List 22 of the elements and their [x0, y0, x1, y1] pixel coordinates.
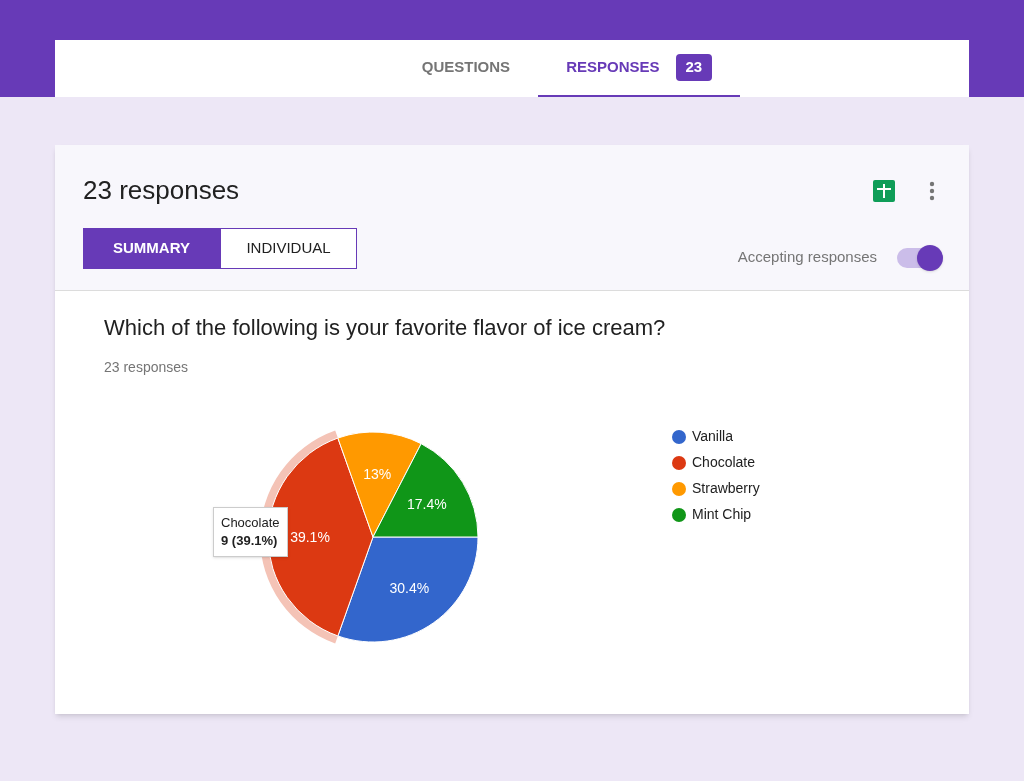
tab[interactable]: RESPONSES 23	[538, 40, 741, 97]
pie-slice[interactable]	[337, 536, 479, 643]
more-icon[interactable]	[929, 180, 935, 201]
slice-label: 30.4%	[389, 580, 430, 597]
legend-label: Strawberry	[692, 479, 760, 498]
sheets-icon[interactable]	[873, 179, 895, 202]
count-badge: 23	[675, 54, 713, 81]
question-title: Which of the following is your favorite flavor of ice cream?	[104, 314, 667, 342]
slice-label: 17.4%	[406, 496, 447, 513]
view-toggle-button[interactable]: INDIVIDUAL	[220, 228, 357, 269]
tab[interactable]: QUESTIONS	[393, 40, 539, 97]
chart-tooltip: Chocolate 9 (39.1%)	[213, 507, 288, 557]
legend-label: Vanilla	[692, 427, 733, 446]
view-toggle-button[interactable]: SUMMARY	[83, 228, 220, 269]
accepting-label: Accepting responses	[737, 247, 877, 268]
response-count: 23 responses	[104, 358, 190, 377]
accepting-switch[interactable]	[897, 247, 941, 268]
slice-label: 13%	[363, 466, 392, 483]
card-title: 23 responses	[83, 174, 240, 207]
legend-label: Mint Chip	[692, 505, 752, 524]
slice-label: 39.1%	[290, 529, 330, 545]
legend-label: Chocolate	[692, 453, 756, 472]
